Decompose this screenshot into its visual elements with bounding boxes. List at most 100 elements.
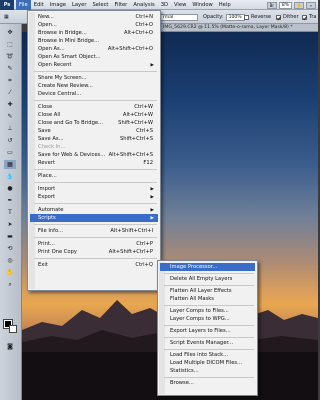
bridge-icon[interactable]: Br [266,1,277,9]
healing-brush-tool-icon[interactable]: ✚ [4,100,16,109]
3d-rotate-tool-icon[interactable]: ⟲ [4,244,16,253]
menu-3d[interactable]: 3D [158,0,171,10]
move-tool-icon[interactable]: ✥ [4,28,16,37]
dither-label: Dither [283,14,299,20]
transparency-checkbox[interactable] [302,14,307,20]
menu-item-print-one-copy[interactable]: Print One Copy Alt+Shift+Ctrl+P [30,248,158,256]
menu-item-open[interactable]: Open... Ctrl+O [30,21,158,29]
menu-item-browse[interactable]: Browse... [160,379,255,387]
menu-item-save-for-web[interactable]: Save for Web & Devices... Alt+Shift+Ctrl+… [30,151,158,159]
document-tab[interactable]: IMG_5629.CR2 @ 11.5% (Matte-o-rama, Laye… [160,24,318,32]
menu-item-load-files-into-stack[interactable]: Load Files into Stack... [160,351,255,359]
menu-item-save[interactable]: Save Ctrl+S [30,127,158,135]
menu-file[interactable]: File [16,0,31,10]
menu-image[interactable]: Image [47,0,69,10]
zoom-tool-icon[interactable]: ⌕ [4,280,16,289]
3d-orbit-tool-icon[interactable]: ◎ [4,256,16,265]
dodge-tool-icon[interactable]: ● [4,184,16,193]
menu-separator [164,337,254,338]
path-selection-tool-icon[interactable]: ➤ [4,220,16,229]
menu-item-import[interactable]: Import ▶ [30,185,158,193]
menu-item-place[interactable]: Place... [30,172,158,180]
menu-item-revert[interactable]: Revert F12 [30,159,158,167]
menu-item-open-recent[interactable]: Open Recent ▶ [30,61,158,69]
menu-item-export[interactable]: Export ▶ [30,193,158,201]
background-color-swatch[interactable] [9,325,17,333]
brush-tool-icon[interactable]: ✎ [4,112,16,121]
menu-item-share-my-screen[interactable]: Share My Screen... [30,74,158,82]
menu-item-close-all[interactable]: Close All Alt+Ctrl+W [30,111,158,119]
menu-item-exit[interactable]: Exit Ctrl+Q [30,261,158,269]
menu-separator [164,377,254,378]
menu-view[interactable]: View [171,0,189,10]
dither-checkbox[interactable] [276,14,281,20]
opacity-input[interactable]: 100% [225,13,245,21]
menu-separator [34,224,157,225]
clone-stamp-tool-icon[interactable]: ⊥ [4,124,16,133]
menu-separator [164,285,254,286]
menu-layer[interactable]: Layer [69,0,89,10]
menu-item-flatten-all-layer-effects[interactable]: Flatten All Layer Effects [160,287,255,295]
menu-help[interactable]: Help [216,0,234,10]
menu-item-save-as[interactable]: Save As... Shift+Ctrl+S [30,135,158,143]
menu-separator [34,203,157,204]
menu-item-create-new-review[interactable]: Create New Review... [30,82,158,90]
type-tool-icon[interactable]: T [4,208,16,217]
photoshop-logo: Ps [0,0,14,10]
history-brush-tool-icon[interactable]: ↺ [4,136,16,145]
gradient-tool-icon[interactable]: ▦ [4,160,16,169]
lasso-tool-icon[interactable]: ➰ [4,52,16,61]
mode-select[interactable]: rmal [160,13,198,21]
hand-tool-icon[interactable]: ✋ [4,268,16,277]
menu-item-close[interactable]: Close Ctrl+W [30,103,158,111]
menu-separator [34,258,157,259]
menu-item-script-events-manager[interactable]: Script Events Manager... [160,339,255,347]
shape-tool-icon[interactable]: ▬ [4,232,16,241]
menu-window[interactable]: Window [189,0,215,10]
menu-filter[interactable]: Filter [111,0,130,10]
crop-tool-icon[interactable]: ⌗ [4,76,16,85]
quick-mask-icon[interactable]: ◙ [4,342,16,351]
zoom-select[interactable]: 8% [278,1,292,9]
pen-tool-icon[interactable]: ✒ [4,196,16,205]
menu-item-close-and-go-to-bridge[interactable]: Close and Go To Bridge... Shift+Ctrl+W [30,119,158,127]
menu-item-image-processor[interactable]: Image Processor... [160,263,255,271]
menu-item-device-central[interactable]: Device Central... [30,90,158,98]
menu-item-layer-comps-to-wpg[interactable]: Layer Comps to WPG... [160,315,255,323]
tools-panel: ✥ ⬚ ➰ ✎ ⌗ ⁄ ✚ ✎ ⊥ ↺ ▭ ▦ 💧 ● ✒ T ➤ ▬ ⟲ ◎ … [0,24,22,400]
menu-item-open-as-smart-object[interactable]: Open As Smart Object... [30,53,158,61]
menu-item-export-layers-to-files[interactable]: Export Layers to Files... [160,327,255,335]
menu-edit[interactable]: Edit [31,0,47,10]
menu-separator [34,100,157,101]
menu-item-automate[interactable]: Automate ▶ [30,206,158,214]
marquee-tool-icon[interactable]: ⬚ [4,40,16,49]
menu-item-layer-comps-to-files[interactable]: Layer Comps to Files... [160,307,255,315]
eraser-tool-icon[interactable]: ▭ [4,148,16,157]
blur-tool-icon[interactable]: 💧 [4,172,16,181]
menu-item-browse-in-mini-bridge[interactable]: Browse in Mini Bridge... [30,37,158,45]
hand-tool-icon[interactable]: ✋ [294,1,304,9]
menu-select[interactable]: Select [89,0,111,10]
menu-item-scripts[interactable]: Scripts ▶ [30,214,158,222]
menu-item-delete-all-empty-layers[interactable]: Delete All Empty Layers [160,275,255,283]
menu-item-load-multiple-dicom-files[interactable]: Load Multiple DICOM Files... [160,359,255,367]
eyedropper-tool-icon[interactable]: ⁄ [4,88,16,97]
menu-item-statistics[interactable]: Statistics... [160,367,255,375]
menu-bar: Ps File Edit Image Layer Select Filter A… [0,0,318,10]
transparency-label: Tra [309,14,317,20]
menu-item-print[interactable]: Print... Ctrl+P [30,240,158,248]
menu-item-browse-in-bridge[interactable]: Browse in Bridge... Alt+Ctrl+O [30,29,158,37]
menu-item-flatten-all-masks[interactable]: Flatten All Masks [160,295,255,303]
menu-separator [164,305,254,306]
menu-separator [34,71,157,72]
menu-item-open-as[interactable]: Open As... Alt+Shift+Ctrl+O [30,45,158,53]
menu-item-file-info[interactable]: File Info... Alt+Shift+Ctrl+I [30,227,158,235]
menu-analysis[interactable]: Analysis [130,0,157,10]
tool-preset-picker[interactable]: ▦ [4,13,9,21]
quick-select-tool-icon[interactable]: ✎ [4,64,16,73]
zoom-tool-icon[interactable]: ⌕ [306,1,316,9]
gradient-tool-icon: ▦ [4,14,9,20]
window-controls: Br 8% ✋ ⌕ [266,0,318,10]
menu-item-new[interactable]: New... Ctrl+N [30,13,158,21]
reverse-checkbox[interactable] [244,14,249,20]
